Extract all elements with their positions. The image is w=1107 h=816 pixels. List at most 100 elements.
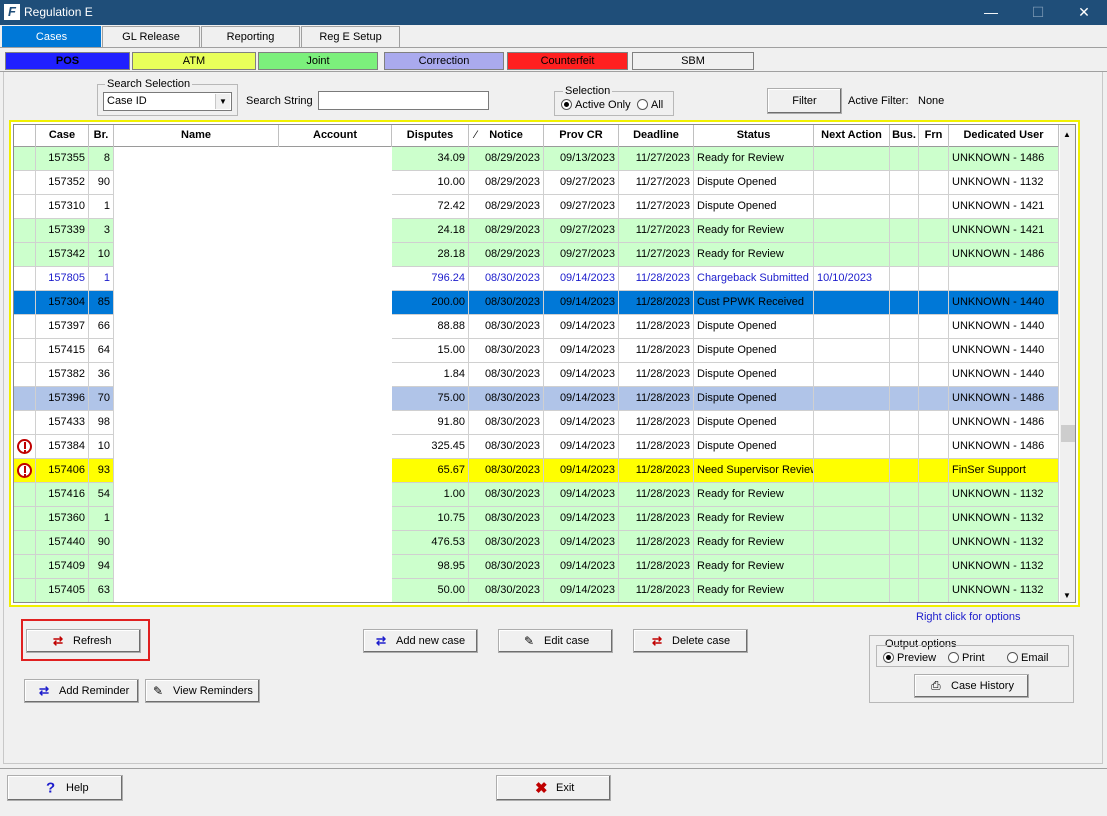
cell-branch: 1 [89, 267, 114, 291]
cell-notice: 08/29/2023 [469, 171, 544, 195]
cell-disputes: 476.53 [392, 531, 469, 555]
col-header-next-action[interactable]: Next Action [814, 125, 890, 147]
delete-case-icon: ⇄ [652, 634, 663, 648]
col-header-account[interactable]: Account [279, 125, 392, 147]
col-header-name[interactable]: Name [114, 125, 279, 147]
search-string-input[interactable] [318, 91, 489, 110]
cell-case: 157405 [36, 579, 89, 602]
case-history-button[interactable]: ⎙ Case History [914, 674, 1029, 698]
cell-next-action [814, 363, 890, 387]
cell-deadline: 11/28/2023 [619, 531, 694, 555]
cell-branch: 8 [89, 147, 114, 171]
col-header-notice[interactable]: Notice ⁄ [469, 125, 544, 147]
cell-status: Ready for Review [694, 147, 814, 171]
cell-status: Ready for Review [694, 531, 814, 555]
scroll-down-icon[interactable]: ▼ [1063, 591, 1071, 600]
subtab-correction[interactable]: Correction [384, 52, 504, 70]
cell-status: Dispute Opened [694, 171, 814, 195]
preview-radio[interactable]: Preview [883, 652, 936, 664]
vertical-scrollbar[interactable]: ▲ ▼ [1060, 125, 1075, 602]
col-header-status[interactable]: Status [694, 125, 814, 147]
radio-all-icon[interactable] [637, 99, 648, 110]
window-title: Regulation E [24, 5, 93, 19]
print-radio[interactable]: Print [948, 652, 985, 664]
cell-select [14, 315, 36, 339]
cell-prov-cr: 09/14/2023 [544, 435, 619, 459]
cell-bus [890, 435, 919, 459]
cell-dedicated-user: UNKNOWN - 1486 [949, 411, 1059, 435]
tab-reg-e-setup[interactable]: Reg E Setup [301, 26, 400, 47]
cell-disputes: 91.80 [392, 411, 469, 435]
add-case-button[interactable]: ⇄ Add new case [363, 629, 478, 653]
cell-case: 157409 [36, 555, 89, 579]
cell-dedicated-user: UNKNOWN - 1440 [949, 315, 1059, 339]
col-header-bus[interactable]: Bus. [890, 125, 919, 147]
col-header-frn[interactable]: Frn [919, 125, 949, 147]
tab-cases[interactable]: Cases [2, 26, 101, 47]
subtab-atm[interactable]: ATM [132, 52, 256, 70]
cell-dedicated-user: UNKNOWN - 1132 [949, 507, 1059, 531]
tab-reporting[interactable]: Reporting [201, 26, 300, 47]
cell-next-action [814, 411, 890, 435]
email-radio[interactable]: Email [1007, 652, 1049, 664]
cell-select [14, 267, 36, 291]
cell-dedicated-user [949, 267, 1059, 291]
cell-select [14, 147, 36, 171]
cell-notice: 08/30/2023 [469, 555, 544, 579]
subtab-pos[interactable]: POS [5, 52, 130, 70]
cell-frn [919, 363, 949, 387]
cell-next-action [814, 315, 890, 339]
cell-disputes: 15.00 [392, 339, 469, 363]
subtab-joint[interactable]: Joint [258, 52, 378, 70]
search-field-dropdown[interactable]: Case ID ▼ [103, 92, 232, 111]
view-reminders-button[interactable]: ✎ View Reminders [145, 679, 260, 703]
maximize-button[interactable]: ☐ [1015, 0, 1061, 25]
cell-deadline: 11/27/2023 [619, 171, 694, 195]
all-label: All [651, 99, 664, 111]
cell-select [14, 363, 36, 387]
exit-button[interactable]: ✖ Exit [496, 775, 611, 801]
radio-active-only-icon[interactable] [561, 99, 572, 110]
help-button[interactable]: ? Help [7, 775, 123, 801]
refresh-button[interactable]: ⇄ Refresh [26, 629, 141, 653]
radio-email-icon[interactable] [1007, 652, 1018, 663]
cell-branch: 93 [89, 459, 114, 483]
subtab-counterfeit[interactable]: Counterfeit [507, 52, 628, 70]
col-header-disputes[interactable]: Disputes [392, 125, 469, 147]
cell-branch: 36 [89, 363, 114, 387]
close-button[interactable]: ✕ [1061, 0, 1107, 25]
cell-status: Dispute Opened [694, 339, 814, 363]
col-header-prov-cr[interactable]: Prov CR [544, 125, 619, 147]
cell-case: 157433 [36, 411, 89, 435]
cell-deadline: 11/28/2023 [619, 339, 694, 363]
filter-button[interactable]: Filter [767, 88, 842, 114]
scrollbar-thumb[interactable] [1061, 425, 1075, 442]
cell-select [14, 435, 36, 459]
scroll-up-icon[interactable]: ▲ [1063, 130, 1071, 139]
tab-gl-release[interactable]: GL Release [102, 26, 200, 47]
subtab-sbm[interactable]: SBM [632, 52, 754, 70]
radio-print-icon[interactable] [948, 652, 959, 663]
edit-case-button[interactable]: ✎ Edit case [498, 629, 613, 653]
col-header-case[interactable]: Case [36, 125, 89, 147]
minimize-button[interactable]: — [968, 0, 1014, 25]
col-header-dedicated-user[interactable]: Dedicated User [949, 125, 1059, 147]
cell-notice: 08/29/2023 [469, 147, 544, 171]
cell-branch: 1 [89, 195, 114, 219]
radio-preview-icon[interactable] [883, 652, 894, 663]
chevron-down-icon[interactable]: ▼ [215, 94, 230, 109]
col-header-select[interactable] [14, 125, 36, 147]
cell-case: 157805 [36, 267, 89, 291]
col-header-deadline[interactable]: Deadline [619, 125, 694, 147]
add-reminder-button[interactable]: ⇄ Add Reminder [24, 679, 139, 703]
cell-notice: 08/30/2023 [469, 483, 544, 507]
col-header-branch[interactable]: Br. [89, 125, 114, 147]
delete-case-button[interactable]: ⇄ Delete case [633, 629, 748, 653]
edit-case-label: Edit case [544, 635, 590, 647]
cell-next-action [814, 387, 890, 411]
exit-label: Exit [556, 782, 575, 794]
cell-frn [919, 435, 949, 459]
active-only-radio[interactable]: Active Only [561, 99, 631, 111]
all-radio[interactable]: All [637, 99, 663, 111]
cell-dedicated-user: UNKNOWN - 1421 [949, 195, 1059, 219]
